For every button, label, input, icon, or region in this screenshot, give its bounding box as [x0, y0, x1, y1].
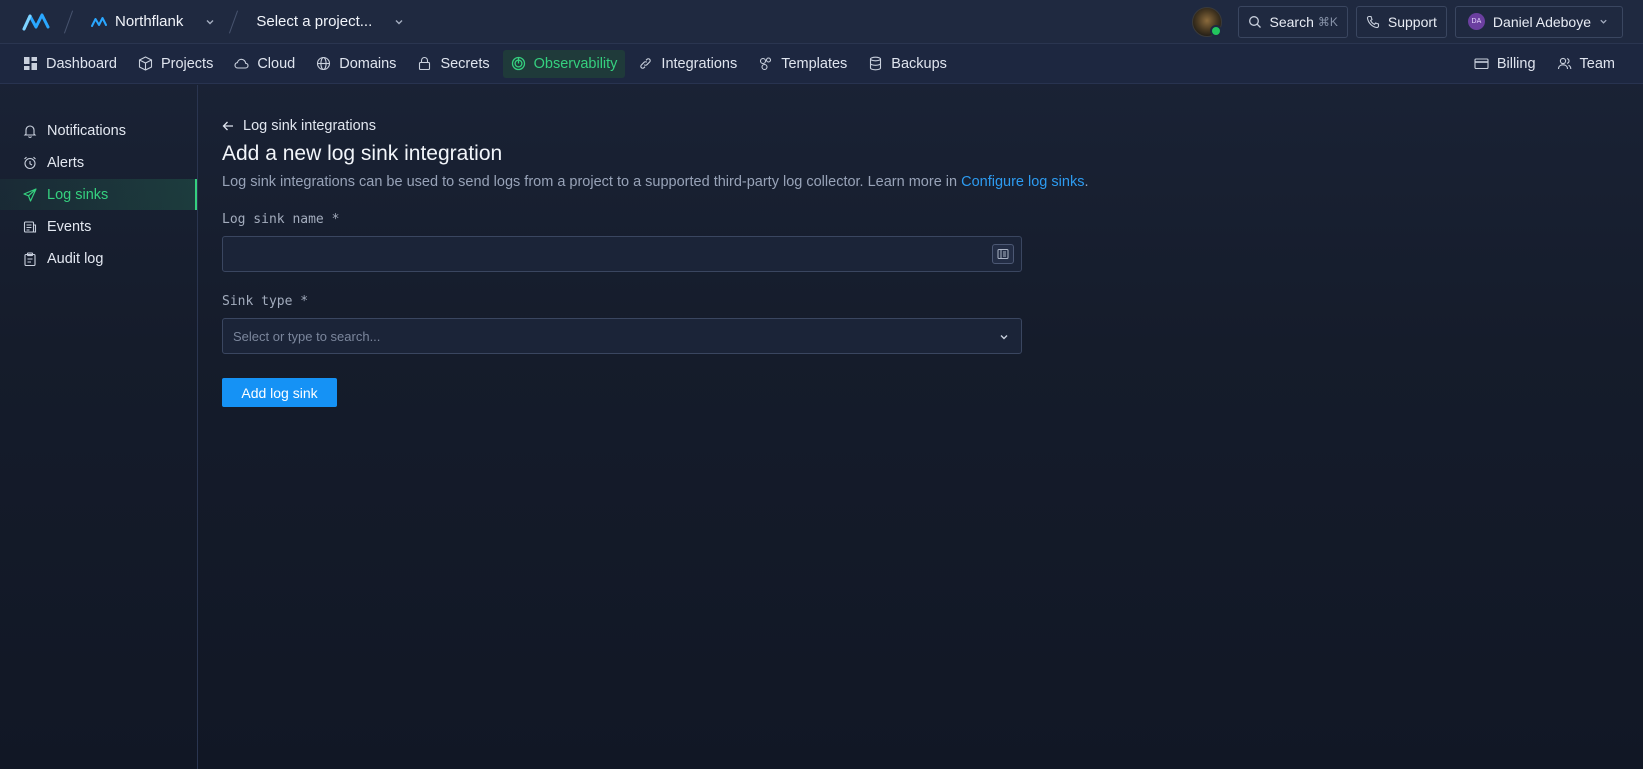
cloud-icon	[234, 58, 249, 69]
field-options-icon[interactable]	[992, 244, 1014, 264]
nav-label: Observability	[533, 55, 618, 72]
nav-integrations[interactable]: Integrations	[630, 50, 745, 78]
events-icon	[23, 220, 37, 233]
project-select-label: Select a project...	[256, 13, 373, 30]
observability-icon	[511, 56, 525, 71]
send-icon	[23, 187, 37, 202]
team-name: Northflank	[115, 13, 184, 30]
sidebar-item-label: Log sinks	[47, 186, 109, 203]
support-label: Support	[1387, 13, 1437, 30]
page-title: Add a new log sink integration	[222, 142, 503, 165]
nav-domains[interactable]: Domains	[308, 50, 404, 78]
clipboard-icon	[24, 251, 36, 266]
nav-team[interactable]: Team	[1549, 50, 1623, 78]
sidebar-item-label: Alerts	[47, 154, 85, 171]
link-icon	[640, 58, 652, 69]
dashboard-icon	[24, 57, 37, 70]
nav-templates[interactable]: Templates	[750, 50, 855, 78]
log-sink-name-label: Log sink name *	[222, 212, 340, 227]
project-switcher[interactable]: Select a project...	[256, 13, 404, 30]
northflank-mini-icon	[91, 16, 107, 27]
chevron-down-icon	[394, 17, 404, 27]
top-bar: Northflank Select a project... Search ⌘K…	[0, 0, 1643, 44]
nav-projects[interactable]: Projects	[130, 50, 221, 78]
configure-log-sinks-link[interactable]: Configure log sinks	[961, 174, 1084, 190]
sink-type-input[interactable]	[223, 319, 1021, 353]
cube-icon	[138, 56, 152, 71]
sidebar-item-label: Audit log	[47, 250, 104, 267]
avatar[interactable]	[1191, 6, 1222, 37]
sidebar: Notifications Alerts Log sinks Events Au…	[0, 85, 198, 769]
user-menu-button[interactable]: DA Daniel Adeboye	[1454, 5, 1623, 38]
main-content: Log sink integrations Add a new log sink…	[222, 85, 1643, 407]
nav-label: Projects	[160, 55, 214, 72]
users-icon	[1557, 57, 1571, 70]
lock-icon	[419, 56, 431, 71]
nav-dashboard[interactable]: Dashboard	[15, 50, 125, 78]
search-icon	[1248, 15, 1261, 28]
bell-icon	[23, 124, 37, 138]
sidebar-item-audit-log[interactable]: Audit log	[0, 243, 197, 274]
add-log-sink-button[interactable]: Add log sink	[222, 378, 337, 407]
sink-type-select[interactable]	[222, 318, 1022, 354]
user-initials-avatar: DA	[1467, 13, 1485, 30]
search-shortcut: ⌘K	[1317, 14, 1338, 29]
breadcrumb-divider	[229, 10, 239, 33]
templates-icon	[760, 57, 772, 71]
phone-icon	[1366, 15, 1379, 28]
chevron-down-icon	[205, 17, 215, 27]
database-icon	[870, 56, 882, 71]
nav-label: Cloud	[257, 55, 296, 72]
user-name: Daniel Adeboye	[1492, 13, 1591, 30]
sidebar-item-label: Events	[47, 218, 92, 235]
description-text: Log sink integrations can be used to sen…	[222, 174, 962, 190]
sidebar-item-log-sinks[interactable]: Log sinks	[0, 179, 197, 210]
search-button[interactable]: Search ⌘K	[1237, 5, 1348, 38]
description-end: .	[1084, 174, 1089, 190]
support-button[interactable]: Support	[1355, 5, 1447, 38]
nav-observability[interactable]: Observability	[502, 49, 626, 78]
back-link[interactable]: Log sink integrations	[222, 118, 1643, 134]
team-switcher[interactable]: Northflank	[91, 13, 215, 30]
globe-icon	[317, 56, 331, 71]
chevron-down-icon	[1000, 335, 1008, 340]
nav-backups[interactable]: Backups	[860, 50, 955, 78]
nav-label: Integrations	[661, 55, 738, 72]
northflank-logo[interactable]	[22, 11, 50, 33]
credit-card-icon	[1474, 58, 1489, 70]
nav-label: Team	[1579, 55, 1615, 72]
log-sink-name-field	[222, 236, 1022, 272]
sidebar-item-notifications[interactable]: Notifications	[0, 115, 197, 146]
breadcrumb-divider	[63, 10, 74, 33]
nav-label: Templates	[781, 55, 848, 72]
nav-label: Dashboard	[46, 55, 117, 72]
back-link-label: Log sink integrations	[243, 118, 376, 134]
nav-secrets[interactable]: Secrets	[409, 50, 497, 78]
search-label: Search	[1269, 13, 1314, 30]
main-nav: Dashboard Projects Cloud Domains Secrets…	[0, 44, 1643, 84]
sidebar-item-label: Notifications	[47, 122, 126, 139]
nav-cloud[interactable]: Cloud	[226, 50, 303, 78]
sidebar-item-alerts[interactable]: Alerts	[0, 147, 197, 178]
sink-type-label: Sink type *	[222, 294, 309, 309]
nav-label: Domains	[339, 55, 397, 72]
nav-label: Secrets	[440, 55, 490, 72]
chevron-down-icon	[1600, 19, 1607, 24]
log-sink-name-input[interactable]	[223, 237, 1021, 271]
nav-label: Billing	[1496, 55, 1536, 72]
nav-billing[interactable]: Billing	[1466, 50, 1544, 78]
alarm-clock-icon	[24, 156, 36, 169]
arrow-left-icon	[222, 121, 233, 131]
sidebar-item-events[interactable]: Events	[0, 211, 197, 242]
page-description: Log sink integrations can be used to sen…	[222, 174, 1643, 190]
nav-label: Backups	[891, 55, 947, 72]
